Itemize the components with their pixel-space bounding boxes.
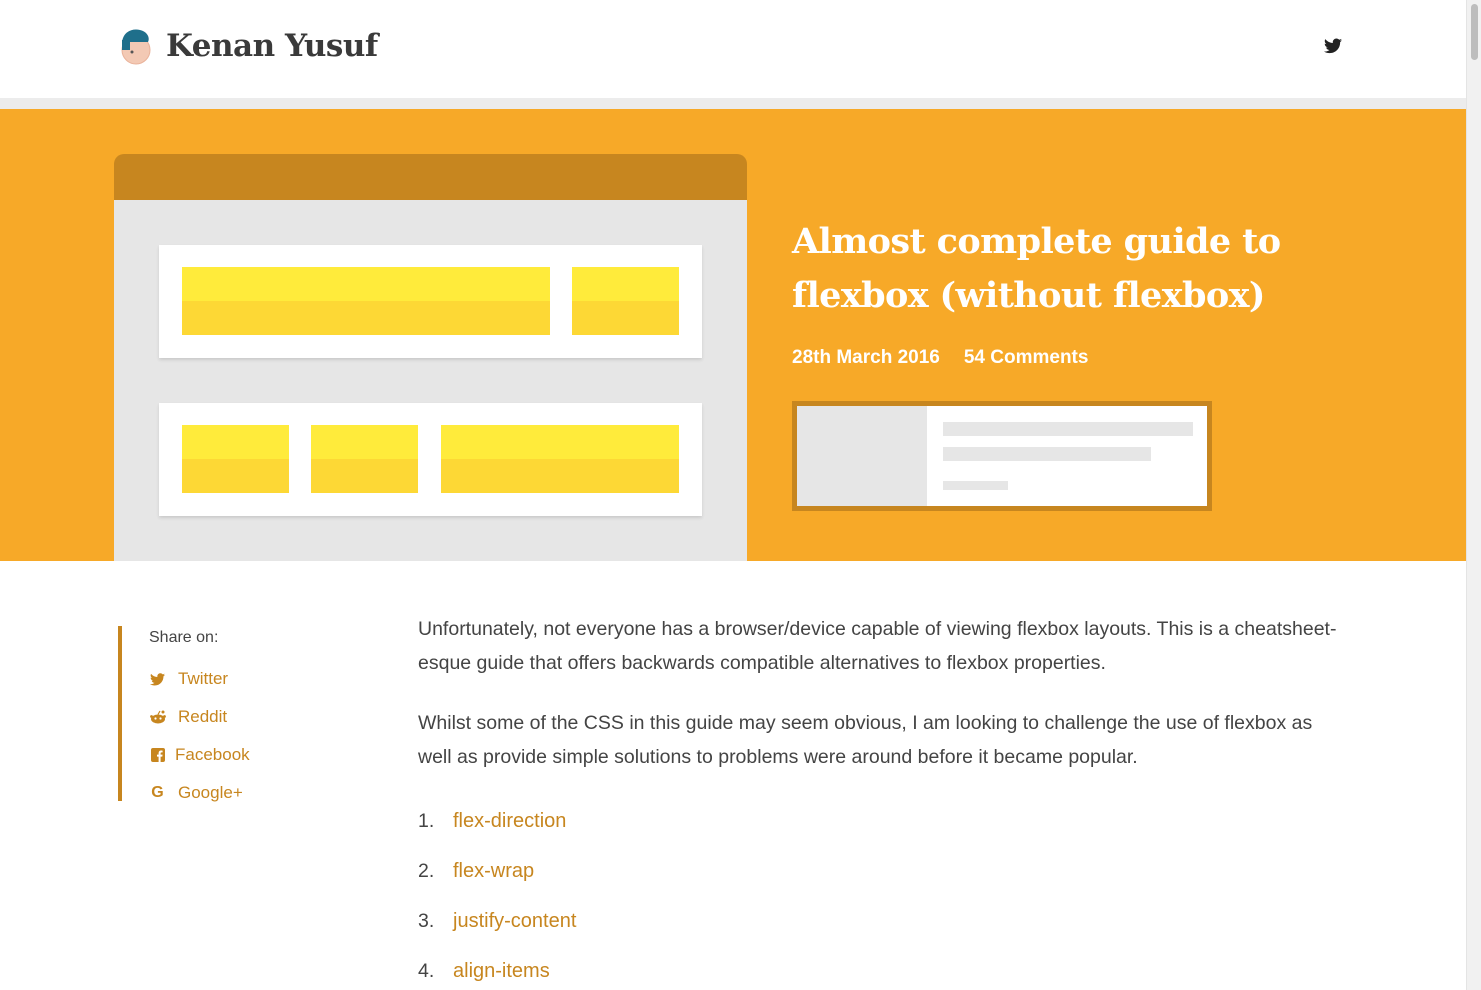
table-of-contents: 1. flex-direction 2. flex-wrap 3. justif… xyxy=(418,796,1338,990)
post-meta: 28th March 2016 54 Comments xyxy=(792,347,1088,369)
illustration-flex-item xyxy=(441,425,679,493)
brand-link[interactable]: Kenan Yusuf xyxy=(118,26,378,66)
toc-item: 4. align-items xyxy=(418,946,1338,990)
post-title: Almost complete guide to flexbox (withou… xyxy=(792,221,1281,316)
avatar-icon xyxy=(118,26,154,66)
share-reddit[interactable]: Reddit xyxy=(149,698,298,736)
google-plus-icon: G xyxy=(151,784,164,801)
placeholder-line xyxy=(943,481,1008,490)
intro-paragraph: Whilst some of the CSS in this guide may… xyxy=(418,712,1313,768)
share-twitter[interactable]: Twitter xyxy=(149,660,298,698)
toc-link-flex-direction[interactable]: flex-direction xyxy=(453,804,566,838)
post-date: 28th March 2016 xyxy=(792,347,940,368)
brand-name: Kenan Yusuf xyxy=(166,28,378,64)
article-body: Unfortunately, not everyone has a browse… xyxy=(418,612,1338,990)
toc-link-flex-wrap[interactable]: flex-wrap xyxy=(453,854,534,888)
placeholder-line xyxy=(943,422,1193,436)
toc-number: 2. xyxy=(418,860,435,882)
illustration-flex-item xyxy=(182,425,289,493)
share-label: Facebook xyxy=(175,745,250,764)
twitter-icon xyxy=(149,671,166,688)
toc-number: 4. xyxy=(418,960,435,982)
illustration-row xyxy=(159,403,702,516)
header-divider xyxy=(0,98,1466,109)
share-label: Twitter xyxy=(178,669,229,688)
site-header: Kenan Yusuf xyxy=(0,0,1466,98)
flexbox-illustration xyxy=(114,154,747,561)
share-label: Google+ xyxy=(178,783,243,802)
illustration-row xyxy=(159,245,702,358)
illustration-window-body xyxy=(114,200,747,561)
illustration-flex-item xyxy=(572,267,679,335)
toc-link-justify-content[interactable]: justify-content xyxy=(453,904,576,938)
placeholder-card-illustration xyxy=(792,401,1212,511)
page-scrollbar[interactable] xyxy=(1466,0,1481,990)
toc-link-align-items[interactable]: align-items xyxy=(453,954,550,988)
share-sidebar: Share on: Twitter Reddit Facebook G Goog… xyxy=(118,626,298,802)
hero-banner: Almost complete guide to flexbox (withou… xyxy=(0,109,1466,561)
illustration-flex-item xyxy=(182,267,550,335)
comments-link[interactable]: 54 Comments xyxy=(964,347,1089,369)
illustration-flex-item xyxy=(311,425,418,493)
share-title: Share on: xyxy=(149,629,219,646)
toc-number: 1. xyxy=(418,810,435,832)
toc-number: 3. xyxy=(418,910,435,932)
share-facebook[interactable]: Facebook xyxy=(149,736,298,774)
twitter-icon[interactable] xyxy=(1324,38,1342,54)
toc-item: 2. flex-wrap xyxy=(418,846,1338,896)
toc-item: 1. flex-direction xyxy=(418,796,1338,846)
placeholder-line xyxy=(943,447,1151,461)
share-label: Reddit xyxy=(178,707,228,726)
toc-item: 3. justify-content xyxy=(418,896,1338,946)
scrollbar-thumb[interactable] xyxy=(1471,4,1478,60)
facebook-icon xyxy=(149,747,166,764)
share-list: Twitter Reddit Facebook G Google+ xyxy=(149,660,298,812)
intro-paragraph: Unfortunately, not everyone has a browse… xyxy=(418,618,1337,674)
share-google-plus[interactable]: G Google+ xyxy=(149,774,298,812)
illustration-window-bar xyxy=(114,154,747,200)
placeholder-card-image xyxy=(797,406,927,506)
reddit-icon xyxy=(149,709,166,726)
